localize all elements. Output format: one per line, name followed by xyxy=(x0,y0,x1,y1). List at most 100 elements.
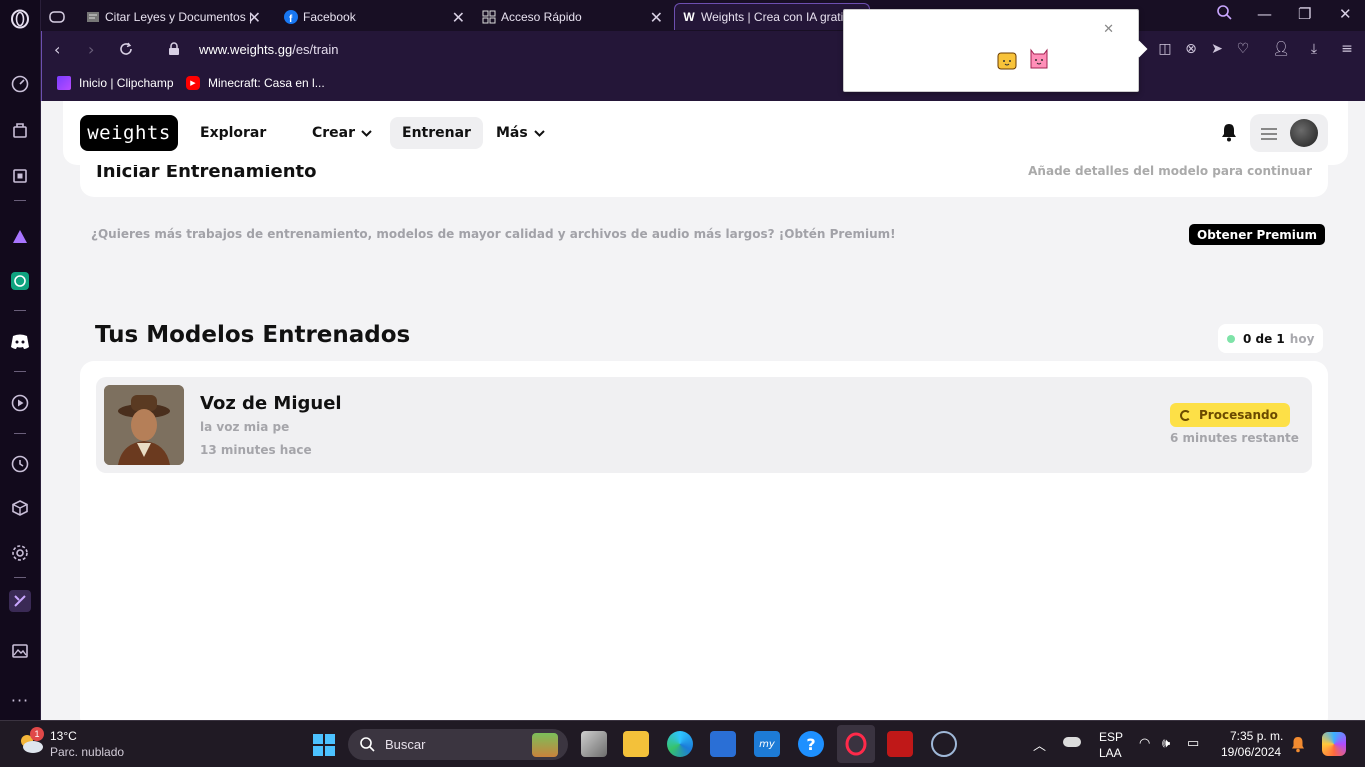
heart-icon[interactable]: ♡ xyxy=(1234,41,1252,57)
model-row[interactable]: Voz de Miguel la voz mia pe 13 minutes h… xyxy=(96,377,1312,473)
sidebar-divider xyxy=(14,200,26,201)
url-path: /es/train xyxy=(292,42,339,57)
gallery-icon[interactable] xyxy=(9,640,31,662)
nav-label: Más xyxy=(496,125,528,141)
app-gear-icon[interactable] xyxy=(931,731,957,757)
clock-time[interactable]: 7:35 p. m. xyxy=(1230,729,1283,743)
tab-label: Weights | Crea con IA grati xyxy=(701,10,844,24)
close-window-icon[interactable]: ✕ xyxy=(1339,5,1352,23)
close-icon[interactable]: ✕ xyxy=(1103,22,1114,37)
nav-explorar[interactable]: Explorar xyxy=(188,117,278,149)
extensions-icon[interactable] xyxy=(9,497,31,519)
tab-acceso-rapido[interactable]: Acceso Rápido ✕ xyxy=(481,3,669,30)
opera-logo-icon[interactable] xyxy=(9,8,31,30)
weights-logo[interactable]: weights xyxy=(80,115,178,151)
url-field[interactable]: www.weights.gg/es/train xyxy=(199,42,338,57)
history-icon[interactable] xyxy=(9,453,31,475)
close-tab-icon[interactable]: ✕ xyxy=(248,8,261,28)
more-icon[interactable]: ··· xyxy=(9,689,31,711)
adblock-icon[interactable]: ⊗ xyxy=(1182,41,1200,57)
language-bottom[interactable]: LAA xyxy=(1099,746,1122,760)
language-top[interactable]: ESP xyxy=(1099,730,1123,744)
nav-crear[interactable]: Crear xyxy=(300,117,384,149)
browser-sidebar: ··· xyxy=(0,0,41,720)
train-card-title: Iniciar Entrenamiento xyxy=(96,165,317,182)
tab-label: Facebook xyxy=(303,9,356,24)
windows-start-icon[interactable] xyxy=(312,733,336,761)
train-card-hint: Añade detalles del modelo para continuar xyxy=(1028,165,1312,178)
aria-icon[interactable] xyxy=(9,225,31,247)
forward-icon[interactable]: › xyxy=(88,40,94,59)
avatar[interactable] xyxy=(1290,119,1318,147)
status-label: Procesando xyxy=(1199,408,1278,422)
nav-label: Entrenar xyxy=(402,125,471,141)
nav-label: Explorar xyxy=(200,125,267,141)
reload-icon[interactable] xyxy=(119,41,133,60)
model-created-time: 13 minutes hace xyxy=(200,443,312,457)
sidebar-divider xyxy=(14,433,26,434)
store-icon[interactable] xyxy=(710,731,736,757)
model-name[interactable]: Voz de Miguel xyxy=(200,393,342,414)
clock-date[interactable]: 19/06/2024 xyxy=(1221,745,1281,759)
chatgpt-icon[interactable] xyxy=(9,270,31,292)
bookmarks-bar: Inicio | Clipchamp ▶ Minecraft: Casa en … xyxy=(41,69,1365,101)
url-host: www.weights.gg xyxy=(199,42,293,57)
sidebar-divider xyxy=(14,577,26,578)
tools-icon[interactable] xyxy=(9,590,31,612)
mcafee-icon[interactable] xyxy=(887,731,913,757)
tab-facebook[interactable]: f Facebook ✕ xyxy=(283,3,471,30)
file-explorer-icon[interactable] xyxy=(623,731,649,757)
minimize-icon[interactable]: — xyxy=(1257,5,1272,23)
tab-weights[interactable]: W Weights | Crea con IA grati xyxy=(674,3,870,30)
close-tab-icon[interactable]: ✕ xyxy=(452,8,465,28)
chevron-up-icon[interactable]: ︿ xyxy=(1033,735,1046,754)
send-icon[interactable]: ➤ xyxy=(1208,41,1226,57)
profile-icon[interactable]: 👤︎ xyxy=(1272,41,1290,57)
get-premium-button[interactable]: Obtener Premium xyxy=(1189,224,1325,245)
wifi-icon[interactable]: ◠ xyxy=(1139,735,1150,751)
time-remaining: 6 minutes restante xyxy=(1170,431,1299,445)
search-highlight-icon xyxy=(532,733,558,757)
extension-popup: ✕ xyxy=(843,9,1148,92)
nav-mas[interactable]: Más xyxy=(484,117,557,149)
player-icon[interactable] xyxy=(9,392,31,414)
lock-icon[interactable] xyxy=(168,41,180,60)
tab-label: Citar Leyes y Documentos | xyxy=(105,9,253,24)
tab-citar-leyes[interactable]: Citar Leyes y Documentos | ✕ xyxy=(85,3,267,30)
myhp-icon[interactable]: my xyxy=(754,731,780,757)
bag-icon[interactable] xyxy=(9,119,31,141)
volume-icon[interactable]: 🕪︎ xyxy=(1162,735,1170,751)
status-badge: Procesando xyxy=(1170,403,1290,427)
address-bar: ‹ › www.weights.gg/es/train ◫ ⊗ ➤ ♡ 👤︎ ⤓… xyxy=(41,31,1365,69)
hamburger-icon xyxy=(1260,126,1278,145)
quota-count: 0 de 1 xyxy=(1243,331,1285,346)
restore-icon[interactable]: ❐ xyxy=(1298,5,1311,23)
gx-corner-icon[interactable] xyxy=(49,3,77,30)
close-tab-icon[interactable]: ✕ xyxy=(650,8,663,28)
settings-icon[interactable] xyxy=(9,542,31,564)
camera-icon[interactable]: ◫ xyxy=(1156,41,1174,57)
discord-icon[interactable] xyxy=(9,331,31,353)
taskbar-search[interactable]: Buscar xyxy=(348,729,568,760)
opera-gx-taskbar-icon[interactable] xyxy=(837,725,875,763)
edge-icon[interactable] xyxy=(667,731,693,757)
bookmark-minecraft[interactable]: ▶ Minecraft: Casa en l... xyxy=(186,76,325,90)
cpu-icon[interactable] xyxy=(9,165,31,187)
onedrive-icon[interactable] xyxy=(1063,737,1081,747)
nav-entrenar[interactable]: Entrenar xyxy=(390,117,483,149)
help-icon[interactable]: ? xyxy=(798,731,824,757)
back-icon[interactable]: ‹ xyxy=(54,40,60,59)
task-view-icon[interactable] xyxy=(581,731,607,757)
notifications-bell-icon[interactable] xyxy=(1220,122,1238,146)
notification-bell-icon[interactable] xyxy=(1290,735,1306,757)
easy-setup-icon[interactable]: ≡ xyxy=(1338,41,1356,57)
weather-badge: 1 xyxy=(30,727,44,741)
download-icon[interactable]: ⤓ xyxy=(1305,41,1323,57)
battery-icon[interactable]: ▭ xyxy=(1187,735,1199,751)
weather-desc: Parc. nublado xyxy=(50,745,125,759)
search-tabs-icon[interactable] xyxy=(1217,5,1232,24)
bookmark-clipchamp[interactable]: Inicio | Clipchamp xyxy=(57,76,174,90)
speed-dial-icon[interactable] xyxy=(9,73,31,95)
copilot-icon[interactable] xyxy=(1322,732,1346,756)
bookmark-label: Inicio | Clipchamp xyxy=(79,76,174,90)
